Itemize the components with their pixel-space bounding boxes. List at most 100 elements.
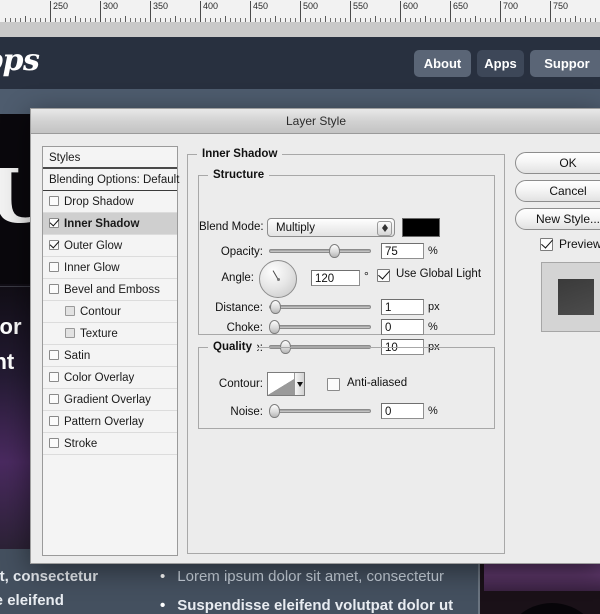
noise-slider-thumb[interactable]: [269, 404, 280, 418]
styles-list-item-satin[interactable]: Satin: [43, 345, 177, 367]
checkbox-contour[interactable]: [65, 306, 75, 317]
label-inner-shadow: Inner Shadow: [64, 218, 140, 230]
styles-list-item-texture[interactable]: Texture: [43, 323, 177, 345]
choke-slider-track: [269, 325, 371, 329]
angle-dial[interactable]: [259, 260, 297, 298]
ruler-major-tick: [50, 1, 51, 22]
ruler-label: 350: [153, 1, 169, 11]
angle-input[interactable]: 120: [311, 270, 360, 286]
ruler-major-tick: [550, 1, 551, 22]
ruler-major-tick: [300, 1, 301, 22]
distance-slider-thumb[interactable]: [270, 300, 281, 314]
checkbox-satin[interactable]: [49, 350, 59, 361]
content-left-line-2: sse eleifend: [0, 592, 64, 609]
choke-label: Choke:: [226, 322, 263, 334]
label-contour: Contour: [80, 306, 121, 318]
preview-thumbnail-swatch: [558, 279, 594, 315]
ruler-label: 700: [503, 1, 519, 11]
noise-label: Noise:: [230, 406, 263, 418]
label-stroke: Stroke: [64, 438, 98, 450]
styles-list-item-gradient-overlay[interactable]: Gradient Overlay: [43, 389, 177, 411]
choke-input[interactable]: 0: [381, 319, 424, 335]
styles-list-item-blending-options[interactable]: Blending Options: Default: [43, 169, 180, 191]
noise-unit: %: [428, 405, 438, 417]
ruler-major-tick: [500, 1, 501, 22]
styles-header-label: Styles: [49, 152, 81, 164]
nav-item-about[interactable]: About: [414, 50, 471, 77]
promo-card-disc: [502, 603, 600, 614]
checkbox-gradient-overlay[interactable]: [49, 394, 59, 405]
styles-list-item-contour[interactable]: Contour: [43, 301, 177, 323]
label-bevel-and-emboss: Bevel and Emboss: [64, 284, 160, 296]
chevron-updown-icon[interactable]: [377, 220, 392, 236]
blending-options-label: Blending Options: Default: [49, 174, 180, 186]
checkbox-color-overlay[interactable]: [49, 372, 59, 383]
opacity-slider-thumb[interactable]: [329, 244, 340, 258]
checkbox-inner-shadow[interactable]: [49, 218, 59, 229]
contour-preset-picker[interactable]: [267, 372, 305, 396]
use-global-light-checkbox[interactable]: [377, 269, 390, 282]
noise-input[interactable]: 0: [381, 403, 424, 419]
styles-list-item-drop-shadow[interactable]: Drop Shadow: [43, 191, 177, 213]
styles-list-item-bevel-and-emboss[interactable]: Bevel and Emboss: [43, 279, 177, 301]
shadow-color-swatch[interactable]: [402, 218, 440, 237]
ruler-major-tick: [250, 1, 251, 22]
dialog-title: Layer Style: [285, 114, 347, 128]
nav-item-support[interactable]: Suppor: [530, 50, 600, 77]
styles-list[interactable]: Styles Blending Options: Default Drop Sh…: [42, 146, 180, 556]
styles-list-header[interactable]: Styles: [43, 147, 177, 169]
nav-item-apps[interactable]: Apps: [477, 50, 524, 77]
structure-group-label: Structure: [208, 169, 270, 181]
ruler-label: 450: [253, 1, 269, 11]
preview-thumbnail: [541, 262, 600, 332]
opacity-input[interactable]: 75: [381, 243, 424, 259]
choke-unit: %: [428, 321, 438, 333]
choke-slider[interactable]: [269, 320, 371, 334]
ruler-major-tick: [100, 1, 101, 22]
cancel-button[interactable]: Cancel: [515, 180, 600, 202]
structure-group: Structure Blend Mode: Multiply Opacity:: [198, 169, 495, 355]
ruler-label: 300: [103, 1, 119, 11]
blend-mode-label: Blend Mode:: [199, 221, 264, 233]
distance-input[interactable]: 1: [381, 299, 424, 315]
distance-unit: px: [428, 301, 440, 313]
dialog-titlebar[interactable]: Layer Style: [31, 109, 600, 134]
opacity-slider[interactable]: [269, 244, 371, 258]
ruler-label: 250: [53, 1, 69, 11]
blend-mode-select[interactable]: Multiply: [267, 218, 395, 237]
label-gradient-overlay: Gradient Overlay: [64, 394, 151, 406]
chevron-down-icon[interactable]: [294, 373, 304, 395]
distance-slider[interactable]: [269, 300, 371, 314]
quality-group-label: Quality: [208, 341, 257, 353]
styles-list-item-color-overlay[interactable]: Color Overlay: [43, 367, 177, 389]
styles-list-item-stroke[interactable]: Stroke: [43, 433, 177, 455]
styles-list-item-inner-glow[interactable]: Inner Glow: [43, 257, 177, 279]
hero-subline-2: unt: [0, 349, 15, 374]
label-drop-shadow: Drop Shadow: [64, 196, 134, 208]
new-style-button[interactable]: New Style...: [515, 208, 600, 230]
checkbox-outer-glow[interactable]: [49, 240, 59, 251]
label-outer-glow: Outer Glow: [64, 240, 123, 252]
checkbox-bevel-and-emboss[interactable]: [49, 284, 59, 295]
checkbox-pattern-overlay[interactable]: [49, 416, 59, 427]
checkbox-inner-glow[interactable]: [49, 262, 59, 273]
styles-list-item-pattern-overlay[interactable]: Pattern Overlay: [43, 411, 177, 433]
effect-settings-panel: Inner Shadow Structure Blend Mode: Multi…: [187, 146, 505, 554]
ruler-major-tick: [200, 1, 201, 22]
styles-list-item-inner-shadow[interactable]: Inner Shadow: [43, 213, 177, 235]
content-left-line-1: met, consectetur: [0, 568, 99, 585]
checkbox-drop-shadow[interactable]: [49, 196, 59, 207]
styles-list-item-outer-glow[interactable]: Outer Glow: [43, 235, 177, 257]
preview-checkbox[interactable]: [540, 238, 553, 251]
ok-button[interactable]: OK: [515, 152, 600, 174]
checkbox-stroke[interactable]: [49, 438, 59, 449]
choke-slider-thumb[interactable]: [269, 320, 280, 334]
inner-shadow-group-label: Inner Shadow: [197, 148, 283, 160]
noise-slider[interactable]: [269, 404, 371, 418]
ruler-label: 650: [453, 1, 469, 11]
distance-slider-track: [269, 305, 371, 309]
ruler-major-tick: [450, 1, 451, 22]
checkbox-texture[interactable]: [65, 328, 75, 339]
anti-aliased-checkbox[interactable]: [327, 378, 340, 391]
distance-label: Distance:: [215, 302, 263, 314]
